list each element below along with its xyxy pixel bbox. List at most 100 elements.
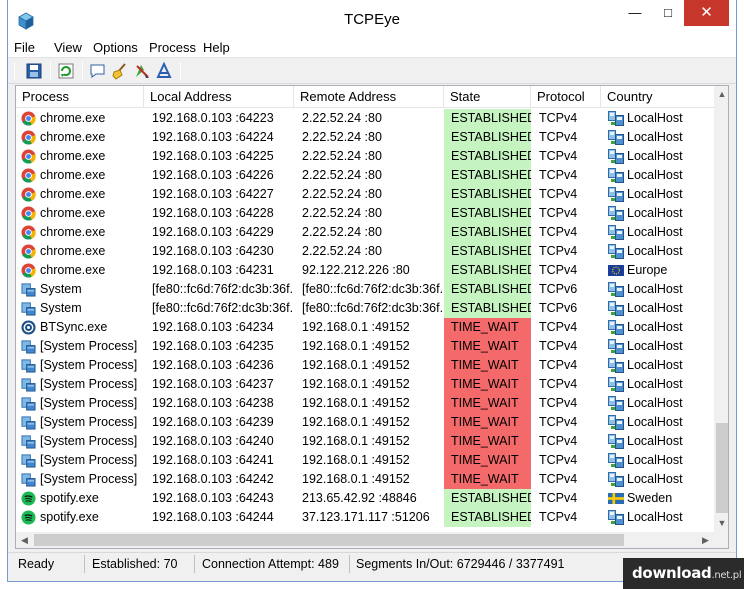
close-button[interactable]: ✕ <box>684 0 729 26</box>
country-name: Sweden <box>627 491 673 505</box>
localhost-network-icon <box>608 244 624 259</box>
table-row[interactable]: [System Process] 192.168.0.103 :64238 192.… <box>16 394 714 413</box>
local-address-cell: 192.168.0.103 :64237 <box>152 377 274 391</box>
system-process-icon <box>21 359 36 373</box>
country-cell: LocalHost <box>601 109 714 128</box>
scroll-right-arrow-icon[interactable]: ▶ <box>697 532 714 548</box>
table-row[interactable]: chrome.exe 192.168.0.103 :64230 2.22.52.24… <box>16 242 714 261</box>
broom-icon[interactable] <box>110 61 130 81</box>
horizontal-scroll-thumb[interactable] <box>34 534 624 546</box>
horizontal-scrollbar[interactable]: ◀ ▶ <box>16 532 714 548</box>
country-cell: LocalHost <box>601 318 714 337</box>
state-cell: TIME_WAIT <box>444 451 531 470</box>
table-row[interactable]: [System Process] 192.168.0.103 :64237 192.… <box>16 375 714 394</box>
process-name: [System Process] <box>40 396 138 410</box>
scroll-up-arrow-icon[interactable]: ▲ <box>714 86 728 103</box>
table-row[interactable]: [System Process] 192.168.0.103 :64242 192.… <box>16 470 714 489</box>
column-remote-address[interactable]: Remote Address <box>294 86 444 108</box>
properties-icon[interactable] <box>154 61 174 81</box>
scroll-left-arrow-icon[interactable]: ◀ <box>16 532 33 548</box>
state-cell: ESTABLISHED <box>444 147 531 166</box>
table-row[interactable]: System [fe80::fc6d:76f2:dc3b:36f... [fe80:… <box>16 299 714 318</box>
remote-address-cell: 192.168.0.1 :49152 <box>302 453 410 467</box>
vertical-scroll-thumb[interactable] <box>716 423 728 513</box>
column-country[interactable]: Country <box>601 86 714 108</box>
table-row[interactable]: [System Process] 192.168.0.103 :64241 192.… <box>16 451 714 470</box>
table-row[interactable]: chrome.exe 192.168.0.103 :64226 2.22.52.24… <box>16 166 714 185</box>
table-row[interactable]: chrome.exe 192.168.0.103 :64223 2.22.52.24… <box>16 109 714 128</box>
scroll-down-arrow-icon[interactable]: ▼ <box>714 515 728 532</box>
table-row[interactable]: chrome.exe 192.168.0.103 :64229 2.22.52.24… <box>16 223 714 242</box>
menu-view[interactable]: View <box>54 40 82 55</box>
table-row[interactable]: spotify.exe 192.168.0.103 :64244 37.123.17… <box>16 508 714 527</box>
table-row[interactable]: chrome.exe 192.168.0.103 :64231 92.122.212… <box>16 261 714 280</box>
process-name: [System Process] <box>40 472 138 486</box>
process-cell: [System Process] <box>16 451 144 470</box>
local-address-cell: 192.168.0.103 :64238 <box>152 396 274 410</box>
localhost-network-icon <box>608 149 624 164</box>
table-row[interactable]: spotify.exe 192.168.0.103 :64243 213.65.42… <box>16 489 714 508</box>
local-address-cell: 192.168.0.103 :64239 <box>152 415 274 429</box>
protocol-cell: TCPv4 <box>539 472 578 486</box>
country-name: LocalHost <box>627 282 683 296</box>
protocol-cell: TCPv4 <box>539 320 578 334</box>
menu-file[interactable]: File <box>14 40 35 55</box>
spotify-icon <box>21 491 36 506</box>
comment-icon[interactable] <box>88 61 108 81</box>
column-state[interactable]: State <box>444 86 531 108</box>
localhost-network-icon <box>608 225 624 240</box>
state-cell: ESTABLISHED <box>444 109 531 128</box>
spotify-icon <box>21 510 36 525</box>
remote-address-cell: 2.22.52.24 :80 <box>302 130 382 144</box>
country-name: LocalHost <box>627 339 683 353</box>
save-icon[interactable] <box>24 61 44 81</box>
connections-list[interactable]: Process Local Address Remote Address Sta… <box>15 85 729 549</box>
country-name: LocalHost <box>627 130 683 144</box>
remote-address-cell: 213.65.42.92 :48846 <box>302 491 417 505</box>
menu-options[interactable]: Options <box>93 40 138 55</box>
process-name: BTSync.exe <box>40 320 108 334</box>
column-local-address[interactable]: Local Address <box>144 86 294 108</box>
country-cell: LocalHost <box>601 470 714 489</box>
remote-address-cell: 2.22.52.24 :80 <box>302 111 382 125</box>
column-protocol[interactable]: Protocol <box>531 86 601 108</box>
system-process-icon <box>21 283 36 297</box>
local-address-cell: 192.168.0.103 :64243 <box>152 491 274 505</box>
table-row[interactable]: [System Process] 192.168.0.103 :64236 192.… <box>16 356 714 375</box>
country-name: LocalHost <box>627 320 683 334</box>
vertical-scrollbar[interactable]: ▲ ▼ <box>714 86 728 532</box>
minimize-button[interactable]: — <box>618 0 652 26</box>
table-row[interactable]: chrome.exe 192.168.0.103 :64228 2.22.52.24… <box>16 204 714 223</box>
table-row[interactable]: [System Process] 192.168.0.103 :64239 192.… <box>16 413 714 432</box>
refresh-icon[interactable] <box>56 61 76 81</box>
menu-process[interactable]: Process <box>149 40 196 55</box>
local-address-cell: 192.168.0.103 :64244 <box>152 510 274 524</box>
country-name: LocalHost <box>627 301 683 315</box>
table-row[interactable]: chrome.exe 192.168.0.103 :64224 2.22.52.24… <box>16 128 714 147</box>
maximize-button[interactable]: □ <box>651 0 685 26</box>
remote-address-cell: [fe80::fc6d:76f2:dc3b:36f... <box>302 301 444 315</box>
remote-address-cell: 2.22.52.24 :80 <box>302 244 382 258</box>
table-row[interactable]: [System Process] 192.168.0.103 :64235 192.… <box>16 337 714 356</box>
country-name: LocalHost <box>627 358 683 372</box>
protocol-cell: TCPv4 <box>539 358 578 372</box>
kill-process-icon[interactable] <box>132 61 152 81</box>
table-row[interactable]: chrome.exe 192.168.0.103 :64225 2.22.52.24… <box>16 147 714 166</box>
process-cell: chrome.exe <box>16 261 144 280</box>
state-cell: ESTABLISHED <box>444 242 531 261</box>
chrome-icon <box>21 206 36 221</box>
system-process-icon <box>21 302 36 316</box>
table-row[interactable]: BTSync.exe 192.168.0.103 :64234 192.168.0.… <box>16 318 714 337</box>
menu-help[interactable]: Help <box>203 40 230 55</box>
table-row[interactable]: System [fe80::fc6d:76f2:dc3b:36f... [fe80:… <box>16 280 714 299</box>
state-cell: ESTABLISHED <box>444 508 531 527</box>
country-cell: LocalHost <box>601 147 714 166</box>
system-process-icon <box>21 473 36 487</box>
process-name: [System Process] <box>40 358 138 372</box>
column-process[interactable]: Process <box>16 86 144 108</box>
process-name: chrome.exe <box>40 263 106 277</box>
local-address-cell: 192.168.0.103 :64241 <box>152 453 274 467</box>
table-row[interactable]: chrome.exe 192.168.0.103 :64227 2.22.52.24… <box>16 185 714 204</box>
process-name: [System Process] <box>40 453 138 467</box>
table-row[interactable]: [System Process] 192.168.0.103 :64240 192.… <box>16 432 714 451</box>
